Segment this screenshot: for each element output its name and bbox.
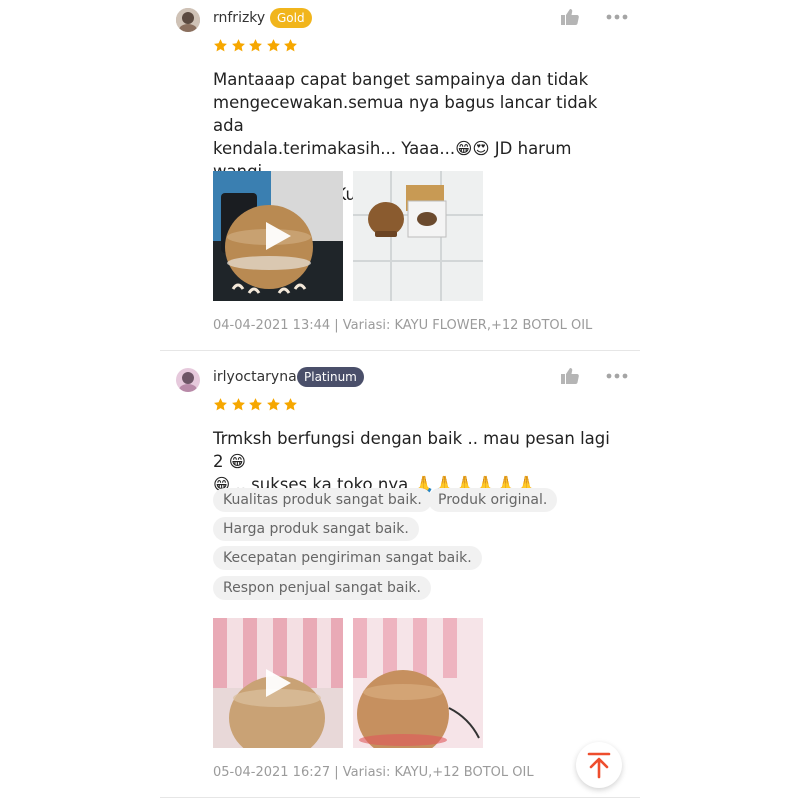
star-icon: [214, 398, 227, 411]
username[interactable]: rnfrizky: [213, 9, 265, 27]
review-meta: 04-04-2021 13:44 | Variasi: KAYU FLOWER,…: [213, 318, 593, 333]
review-tag: Kecepatan pengiriman sangat baik.: [213, 546, 482, 570]
review-text-line: Trmksh berfungsi dengan baik .. mau pesa…: [213, 429, 610, 471]
thumbs-up-icon[interactable]: [560, 367, 580, 385]
review-text-line: mengecewakan.semua nya bagus lancar tida…: [213, 93, 598, 135]
review-photo-thumbnail[interactable]: [353, 171, 483, 301]
review-tag: Produk original.: [428, 488, 558, 512]
star-icon: [231, 39, 245, 52]
avatar[interactable]: [176, 368, 200, 392]
more-options-icon[interactable]: [606, 372, 628, 380]
back-to-top-button[interactable]: [576, 742, 622, 788]
divider: [160, 350, 640, 351]
rating-stars: [213, 397, 301, 415]
membership-badge: Gold: [270, 8, 312, 28]
more-options-icon[interactable]: [606, 13, 628, 21]
review-text-line: Mantaaap capat banget sampainya dan tida…: [213, 70, 589, 89]
star-icon: [231, 398, 245, 411]
review-meta: 05-04-2021 16:27 | Variasi: KAYU,+12 BOT…: [213, 765, 534, 780]
review-tag: Kualitas produk sangat baik.: [213, 488, 432, 512]
star-icon: [266, 398, 280, 411]
review-tag: Respon penjual sangat baik.: [213, 576, 431, 600]
play-icon[interactable]: [264, 221, 292, 251]
divider: [160, 797, 640, 798]
thumbs-up-icon[interactable]: [560, 8, 580, 26]
star-icon: [249, 398, 262, 411]
avatar[interactable]: [176, 8, 200, 32]
star-icon: [249, 39, 262, 52]
star-icon: [214, 39, 227, 52]
star-icon: [266, 39, 280, 52]
photo-thumbnail-image: [353, 618, 483, 748]
avatar-image: [176, 368, 200, 392]
back-to-top-icon: [587, 752, 611, 779]
review-text: Trmksh berfungsi dengan baik .. mau pesa…: [213, 427, 623, 496]
rating-stars: [213, 38, 301, 56]
review-video-thumbnail[interactable]: [213, 171, 343, 301]
membership-badge: Platinum: [297, 367, 364, 387]
review-photo-thumbnail[interactable]: [353, 618, 483, 748]
star-icon: [284, 39, 297, 52]
username[interactable]: irlyoctaryna: [213, 368, 297, 386]
reviews-panel: rnfrizky Gold Mantaaap capat banget samp…: [160, 0, 640, 800]
play-icon[interactable]: [264, 668, 292, 698]
review-tag: Harga produk sangat baik.: [213, 517, 419, 541]
star-icon: [284, 398, 297, 411]
avatar-image: [176, 8, 200, 32]
review-video-thumbnail[interactable]: [213, 618, 343, 748]
photo-thumbnail-image: [353, 171, 483, 301]
